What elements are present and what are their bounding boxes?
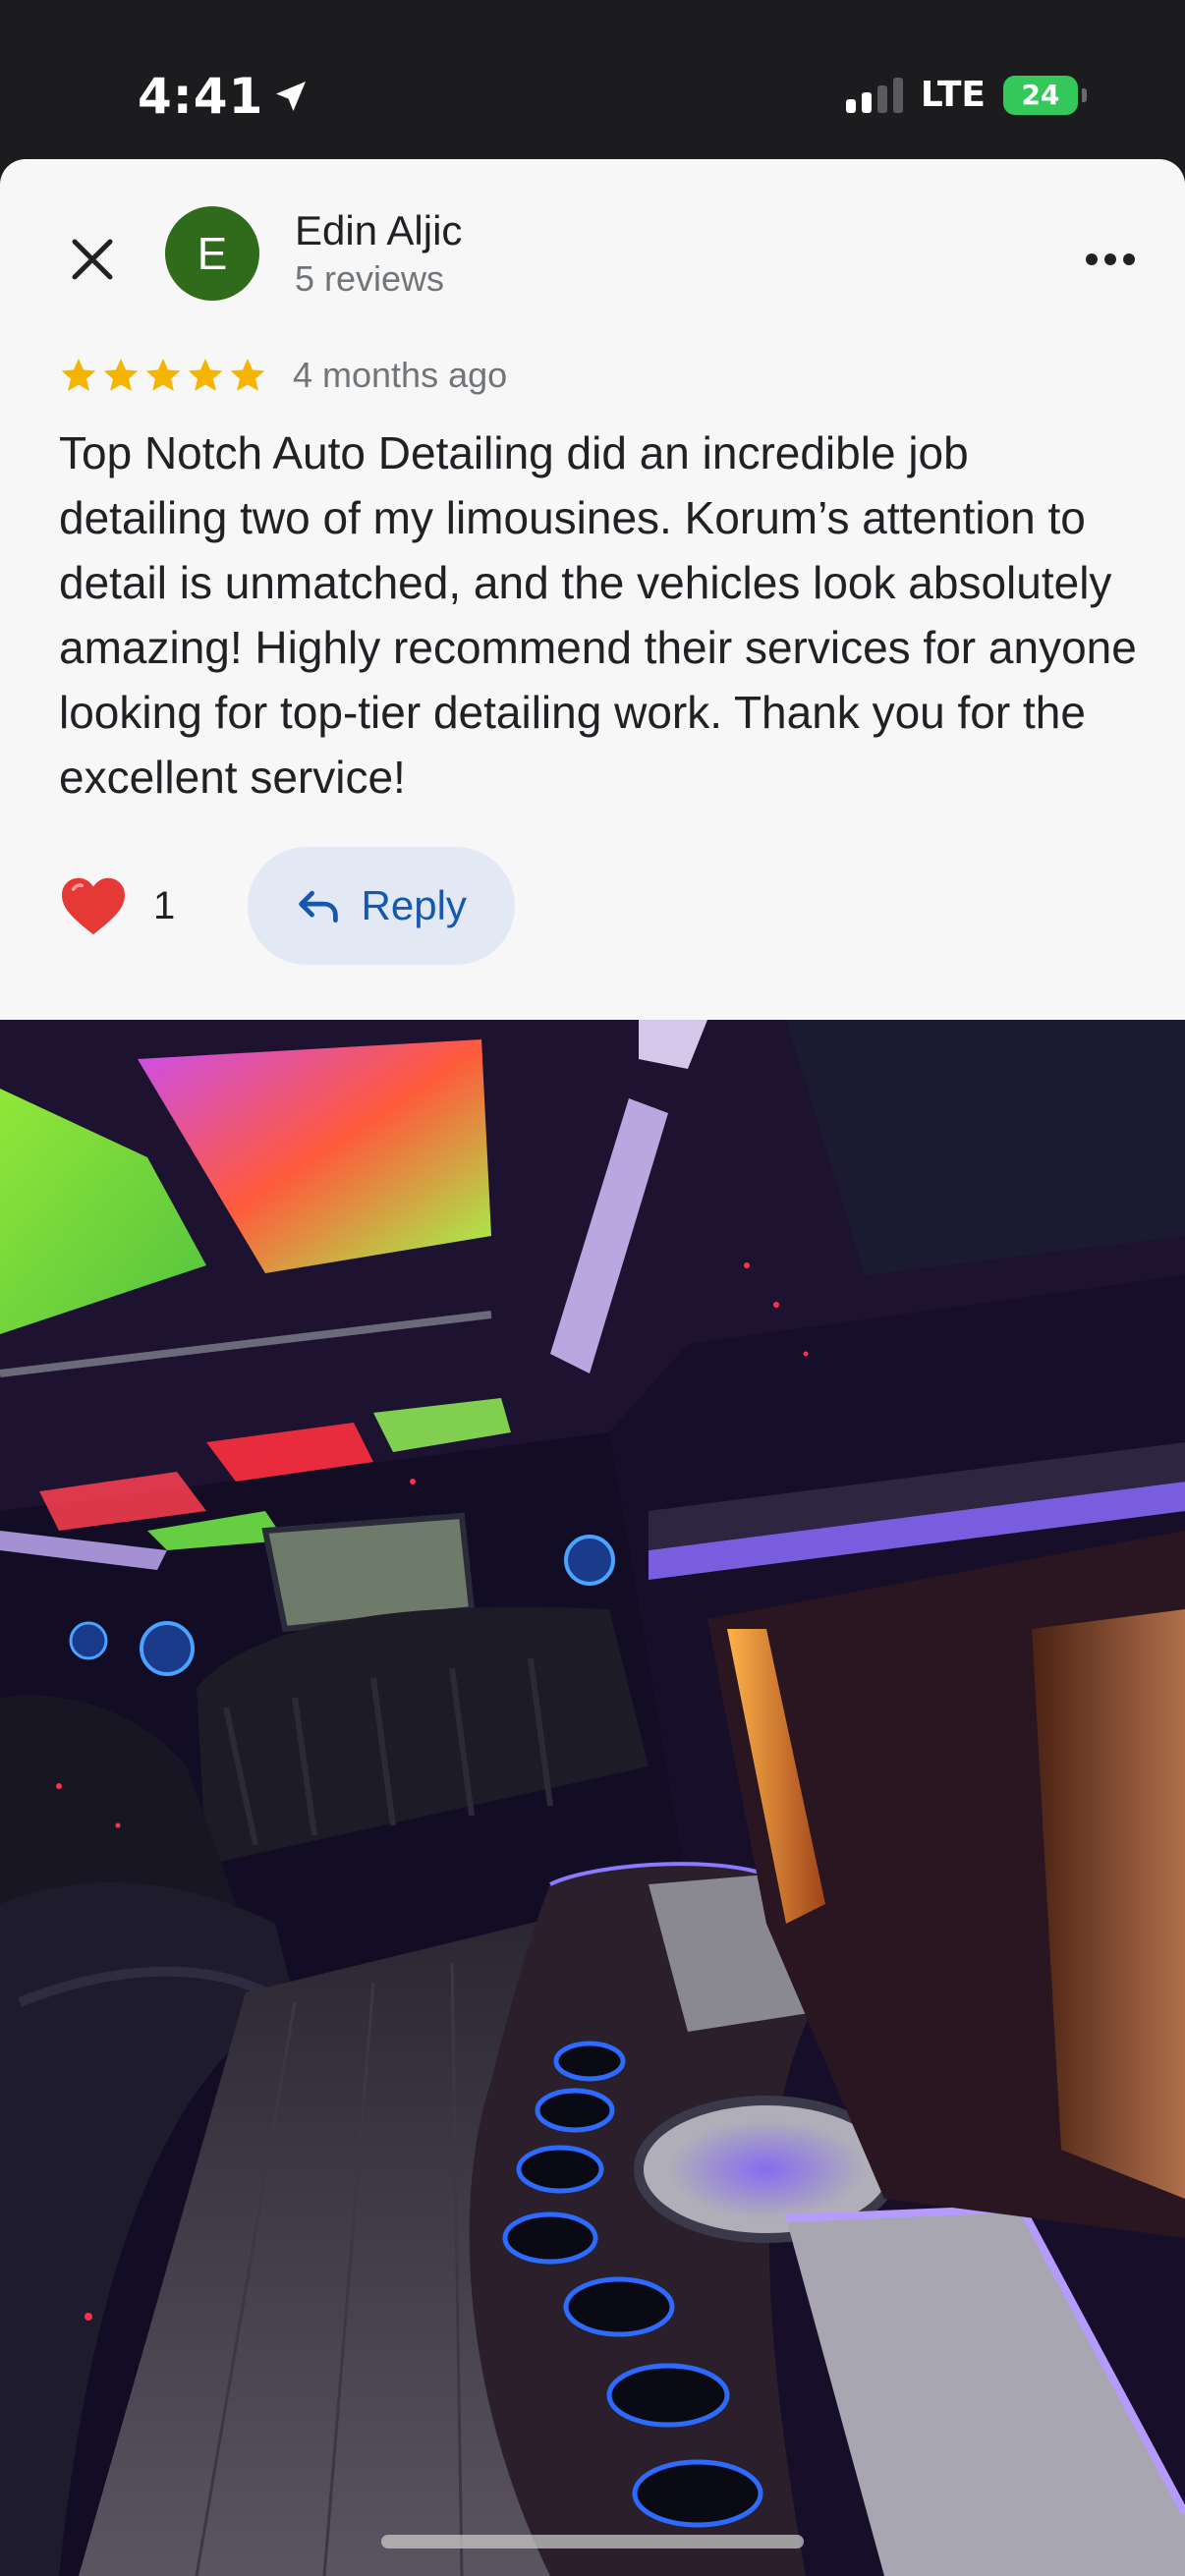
star-icon <box>230 359 265 391</box>
status-bar: 4:41 LTE 24 <box>0 0 1185 159</box>
reply-arrow-icon <box>298 890 338 924</box>
more-options-button[interactable] <box>1071 220 1150 299</box>
reviewer-review-count: 5 reviews <box>295 258 445 299</box>
star-icon <box>145 359 181 391</box>
status-time: 4:41 <box>138 68 264 125</box>
reviewer-name[interactable]: Edin Aljic <box>295 206 462 255</box>
close-icon <box>72 239 113 280</box>
network-type: LTE <box>920 75 986 115</box>
star-icon <box>188 359 223 391</box>
status-time-group: 4:41 <box>138 67 310 126</box>
location-arrow-icon <box>276 82 307 111</box>
like-count: 1 <box>153 884 176 927</box>
star-icon <box>61 359 96 391</box>
battery-icon: 24 <box>1003 76 1087 115</box>
review-actions: 1 Reply <box>59 847 516 965</box>
reply-button[interactable]: Reply <box>248 847 516 965</box>
cellular-signal-icon <box>845 78 903 113</box>
review-date: 4 months ago <box>293 355 508 395</box>
avatar[interactable]: E <box>165 206 259 301</box>
review-photo[interactable] <box>0 1020 1185 2576</box>
review-card: E Edin Aljic 5 reviews 4 months ago Top … <box>0 159 1185 1020</box>
close-button[interactable] <box>59 226 126 293</box>
star-icon <box>103 359 139 391</box>
home-indicator[interactable] <box>381 2535 804 2548</box>
review-text: Top Notch Auto Detailing did an incredib… <box>59 427 1137 803</box>
battery-cap <box>1082 88 1087 102</box>
status-indicators: LTE 24 <box>845 75 1087 116</box>
star-rating <box>59 356 267 395</box>
limousine-interior-image <box>0 1020 1185 2576</box>
battery-level: 24 <box>1003 76 1078 115</box>
heart-icon[interactable] <box>59 874 128 937</box>
rating-row: 4 months ago <box>59 348 507 403</box>
more-options-icon <box>1086 253 1135 265</box>
reply-label: Reply <box>361 882 467 928</box>
